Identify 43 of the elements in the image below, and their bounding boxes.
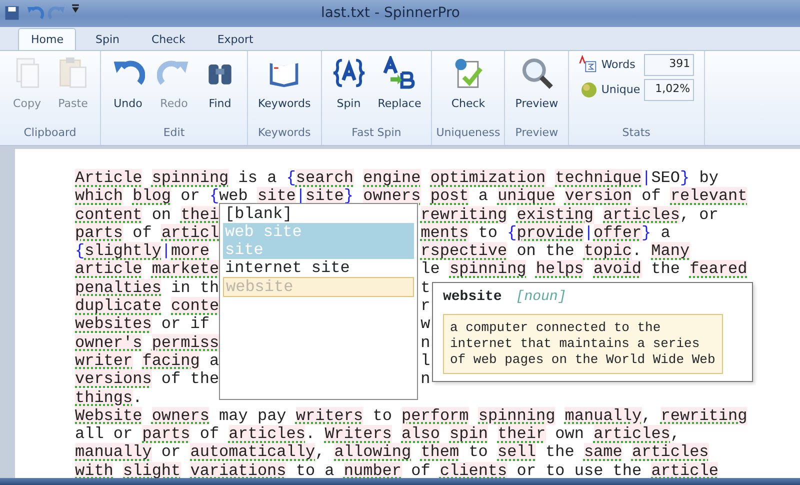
group-label: Clipboard xyxy=(24,124,76,140)
group-label: Stats xyxy=(622,124,650,140)
ribbon-tab[interactable]: Spin xyxy=(82,28,132,50)
stat-label: Words xyxy=(601,56,636,73)
stat-value-field: 391 xyxy=(644,54,694,76)
group-label: Edit xyxy=(163,124,185,140)
ribbon-tab[interactable]: Check xyxy=(138,28,198,50)
text-line: which blog or {web site|site} owners post a unique version of relevant xyxy=(75,187,748,206)
toolbar-button[interactable]: Undo xyxy=(105,54,151,114)
suggestion-item[interactable]: [blank] xyxy=(223,205,414,223)
definition-text: a computer connected to the internet that maintains a series of web pages on the World Wide Web xyxy=(443,314,723,374)
text-line: rewriting existing articles, or xyxy=(420,206,718,224)
group-label: Preview xyxy=(515,124,558,140)
group-label: Fast Spin xyxy=(352,124,402,140)
text-line: r xyxy=(420,297,430,316)
group-label: Keywords xyxy=(258,124,311,140)
group-label: Uniqueness xyxy=(436,124,500,140)
stat-label: Unique xyxy=(601,82,642,98)
toolbar-button[interactable]: Spin xyxy=(326,54,372,114)
text-line: l xyxy=(420,352,430,370)
suggestion-item[interactable]: internet site xyxy=(223,259,414,277)
toolbar-button[interactable]: Find xyxy=(197,54,243,114)
text-line: n xyxy=(420,334,430,352)
text-line: t xyxy=(420,278,430,297)
definition-word: website xyxy=(443,289,502,305)
toolbar-button[interactable]: Keywords xyxy=(252,54,317,114)
text-line: Website owners may pay writers to perform spinning manually, rewriting xyxy=(75,406,748,426)
text-line: Article spinning is a {search engine optimization technique|SEO} by xyxy=(75,169,718,188)
text-line: all or parts of articles. Writers also spin their own articles, xyxy=(75,425,680,444)
part-of-speech: [noun] xyxy=(516,289,566,305)
ribbon-tab[interactable]: Export xyxy=(204,28,266,50)
text-line: manually or automatically, allowing them to sell the same articles xyxy=(75,443,709,462)
text-line: ments to {provide|offer} a xyxy=(420,224,670,242)
ribbon-tab[interactable]: Home xyxy=(18,28,76,50)
toolbar-button[interactable]: Replace xyxy=(372,54,428,114)
toolbar-button[interactable]: Preview xyxy=(509,54,564,114)
toolbar-button[interactable]: Check xyxy=(445,54,492,114)
text-line: w xyxy=(420,315,430,334)
window-title: last.txt - SpinnerPro xyxy=(321,4,461,23)
text-line: le spinning helps avoid the feared xyxy=(420,260,748,278)
text-line: n xyxy=(420,370,430,388)
stat-value-field: 1,02% xyxy=(644,78,694,101)
text-line: rspective on the topic. Many xyxy=(420,242,690,260)
